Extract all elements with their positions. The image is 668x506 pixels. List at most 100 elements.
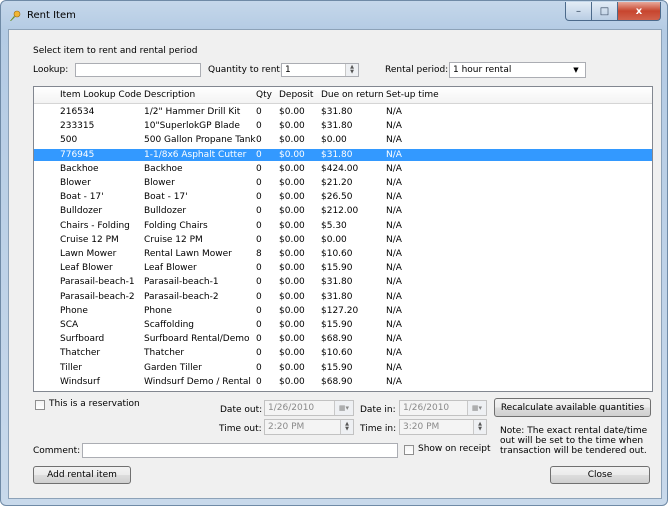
rental-period-value: 1 hour rental [453,65,512,75]
table-row[interactable]: Parasail-beach-1 Parasail-beach-1 0 $0.00 $3… [34,276,652,288]
table-row[interactable]: Leaf Blower Leaf Blower 0 $0.00 $15.90 N/A [34,262,652,274]
table-row[interactable]: Phone Phone 0 $0.00 $127.20 N/A [34,305,652,317]
table-cell: 0 [256,263,262,274]
table-cell: N/A [386,277,402,288]
table-cell: 1-1/8x6 Asphalt Cutter [144,149,247,160]
date-in-picker[interactable]: 1/26/2010 ▦▾ [399,400,487,416]
table-row[interactable]: SCA Scaffolding 0 $0.00 $15.90 N/A [34,319,652,331]
table-row[interactable]: Surfboard Surfboard Rental/Demo 0 $0.00 $68.… [34,333,652,345]
table-cell: $0.00 [279,249,305,259]
close-window-button[interactable]: x [618,2,661,21]
table-cell: $0.00 [279,277,305,288]
table-cell: 0 [256,334,262,345]
table-cell: $31.80 [321,121,353,132]
time-in-stepper[interactable]: 3:20 PM ▲ ▼ [399,419,487,435]
rental-items-table[interactable]: Item Lookup Code Description Qty Deposit… [33,86,653,392]
table-cell: $0.00 [279,121,305,132]
table-cell: $0.00 [279,263,305,274]
table-row[interactable]: 233315 10"SuperlokGP Blade 0 $0.00 $31.80 N/A [34,120,652,132]
rental-period-select[interactable]: 1 hour rental ▼ [449,62,586,78]
table-cell: Parasail-beach-2 [60,291,135,302]
table-row[interactable]: Blower Blower 0 $0.00 $21.20 N/A [34,177,652,189]
table-row[interactable]: Boat - 17' Boat - 17' 0 $0.00 $26.50 N/A [34,191,652,203]
minimize-button[interactable]: – [565,2,592,21]
table-cell: Parasail-beach-1 [60,277,135,288]
table-cell: $31.80 [321,107,353,117]
column-header[interactable]: Qty [256,90,272,100]
date-out-picker[interactable]: 1/26/2010 ▦▾ [264,400,354,416]
table-cell: $212.00 [321,206,359,217]
table-cell: 0 [256,192,262,203]
table-cell: $15.90 [321,320,353,330]
table-row[interactable]: Windsurf Windsurf Demo / Rental 0 $0.00 $68.… [34,376,652,388]
table-cell: $0.00 [279,234,305,245]
quantity-value: 1 [285,65,291,75]
table-cell: Phone [144,305,172,316]
table-cell: Scaffolding [144,320,195,330]
table-cell: 0 [256,348,262,359]
add-rental-item-button[interactable]: Add rental item [33,466,131,484]
column-header[interactable]: Item Lookup Code [60,90,141,100]
time-in-spin-buttons[interactable]: ▲ ▼ [473,420,486,434]
lookup-input[interactable] [75,63,201,77]
table-row[interactable]: Tiller Garden Tiller 0 $0.00 $15.90 N/A [34,362,652,374]
table-cell: $10.60 [321,249,353,259]
table-row[interactable]: Thatcher Thatcher 0 $0.00 $10.60 N/A [34,347,652,359]
reservation-label: This is a reservation [49,399,140,409]
table-cell: Backhoe [60,163,99,174]
quantity-spin-buttons[interactable]: ▲ ▼ [345,64,358,76]
table-row[interactable]: Parasail-beach-2 Parasail-beach-2 0 $0.00 $3… [34,291,652,303]
app-icon [10,10,21,21]
table-cell: 0 [256,305,262,316]
quantity-stepper[interactable]: 1 ▲ ▼ [281,63,359,77]
table-cell: $127.20 [321,305,359,316]
recalculate-button[interactable]: Recalculate available quantities [494,398,651,417]
table-row[interactable]: 500 500 Gallon Propane Tank 0 $0.00 $0.00 N/A [34,134,652,146]
table-cell: N/A [386,107,402,117]
rental-time-note: Note: The exact rental date/time out wil… [500,426,648,456]
table-cell: 0 [256,320,262,330]
minimize-icon: – [576,5,581,17]
title-bar[interactable]: Rent Item – □ x [1,1,667,29]
table-cell: $0.00 [321,234,347,245]
time-out-stepper[interactable]: 2:20 PM ▲ ▼ [264,419,354,435]
table-cell: 500 Gallon Propane Tank [144,135,256,146]
table-row[interactable]: Chairs - Folding Folding Chairs 0 $0.00 $5.3… [34,220,652,232]
table-cell: 0 [256,291,262,302]
time-out-label: Time out: [219,424,262,434]
table-row[interactable]: Cruise 12 PM Cruise 12 PM 0 $0.00 $0.00 N/A [34,234,652,246]
time-out-spin-buttons[interactable]: ▲ ▼ [340,420,353,434]
table-row[interactable]: Lawn Mower Rental Lawn Mower 8 $0.00 $10.60 N… [34,248,652,260]
time-out-value: 2:20 PM [268,422,305,432]
comment-input[interactable] [82,443,398,458]
table-cell: 0 [256,121,262,132]
close-button[interactable]: Close [550,466,650,484]
table-cell: $0.00 [279,305,305,316]
calendar-icon: ▦▾ [467,401,486,415]
table-row[interactable]: Bulldozer Bulldozer 0 $0.00 $212.00 N/A [34,205,652,217]
table-cell: $0.00 [279,220,305,231]
date-out-value: 1/26/2010 [268,403,315,413]
date-in-label: Date in: [360,405,396,415]
table-cell: $15.90 [321,362,353,373]
maximize-button[interactable]: □ [592,2,618,21]
table-cell: $0.00 [279,192,305,203]
table-cell: N/A [386,220,402,231]
table-cell: $26.50 [321,192,353,203]
table-cell: N/A [386,192,402,203]
table-cell: 0 [256,362,262,373]
reservation-checkbox[interactable] [35,400,45,410]
table-row[interactable]: Backhoe Backhoe 0 $0.00 $424.00 N/A [34,163,652,175]
table-row[interactable]: 216534 1/2" Hammer Drill Kit 0 $0.00 $31.80 N… [34,106,652,118]
column-header[interactable]: Set-up time [386,90,439,100]
column-header[interactable]: Description [144,90,195,100]
column-header[interactable]: Due on return [321,90,384,100]
column-header[interactable]: Deposit [279,90,313,100]
show-on-receipt-checkbox[interactable] [404,445,414,455]
table-row[interactable]: 776945 1-1/8x6 Asphalt Cutter 0 $0.00 $31.80… [34,148,652,161]
table-cell: $0.00 [279,163,305,174]
table-cell: Boat - 17' [144,192,188,203]
table-cell: 0 [256,277,262,288]
lookup-label: Lookup: [33,65,69,75]
table-cell: $5.30 [321,220,347,231]
